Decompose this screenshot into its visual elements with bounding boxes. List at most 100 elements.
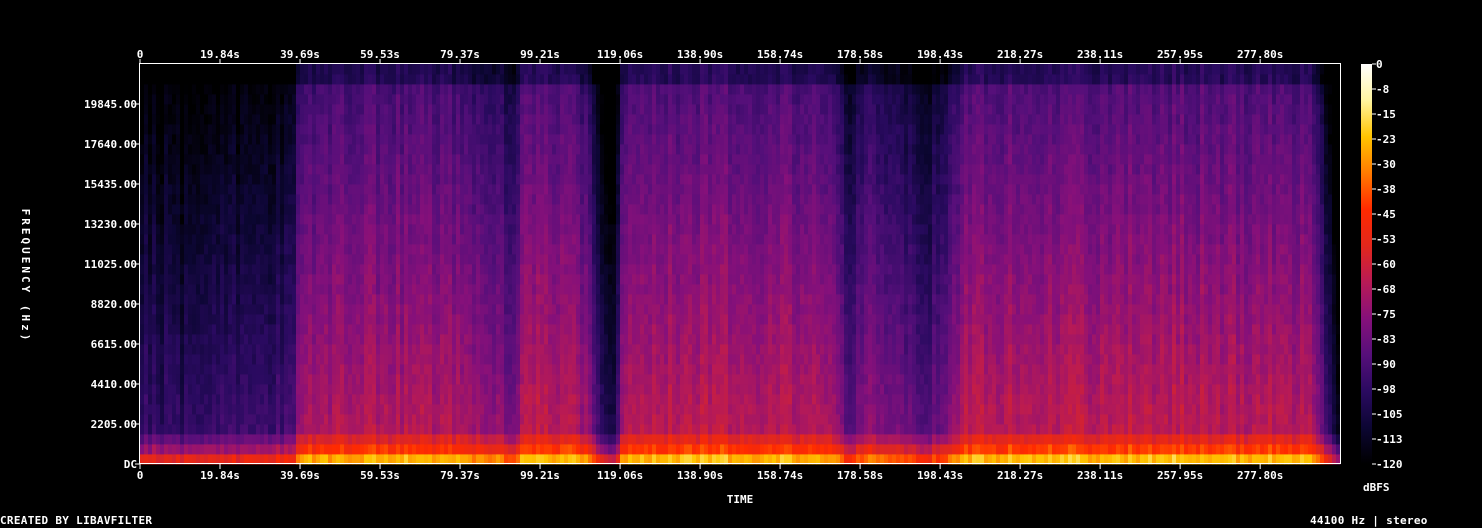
spectrogram-cell [608,264,613,275]
spectrogram-cell [332,204,337,215]
spectrogram-cell [436,104,441,115]
spectrogram-cell [244,314,249,325]
spectrogram-cell [600,244,605,255]
spectrogram-cell [308,404,313,415]
spectrogram-cell [340,124,345,135]
spectrogram-cell [568,434,573,445]
spectrogram-cell [380,164,385,175]
spectrogram-cell [148,64,153,75]
spectrogram-cell [576,204,581,215]
spectrogram-cell [536,314,541,325]
spectrogram-cell [428,244,433,255]
spectrogram-cell [592,114,597,125]
spectrogram-cell [172,194,177,205]
spectrogram-cell [360,444,365,455]
spectrogram-cell [300,284,305,295]
spectrogram-cell [348,64,353,75]
spectrogram-cell [488,444,493,455]
spectrogram-cell [412,74,417,85]
spectrogram-cell [428,334,433,345]
spectrogram-cell [500,434,505,445]
spectrogram-cell [196,204,201,215]
spectrogram-cell [272,224,277,235]
spectrogram-cell [520,324,525,335]
spectrogram-cell [420,334,425,345]
spectrogram-cell [412,124,417,135]
spectrogram-cell [280,224,285,235]
spectrogram-cell [372,164,377,175]
spectrogram-cell [260,134,265,145]
spectrogram-cell [316,364,321,375]
spectrogram-cell [164,454,169,465]
spectrogram-cell [596,144,601,155]
spectrogram-cell [148,404,153,415]
spectrogram-cell [480,194,485,205]
spectrogram-cell [468,314,473,325]
spectrogram-cell [508,374,513,385]
spectrogram-cell [376,114,381,125]
spectrogram-cell [276,314,281,325]
spectrogram-cell [424,84,429,95]
spectrogram-cell [596,364,601,375]
spectrogram-cell [164,64,169,75]
spectrogram-cell [288,154,293,165]
spectrogram-cell [244,214,249,225]
spectrogram-cell [284,374,289,385]
spectrogram-cell [328,324,333,335]
spectrogram-cell [280,204,285,215]
spectrogram-cell [572,424,577,435]
spectrogram-cell [336,84,341,95]
spectrogram-cell [148,304,153,315]
spectrogram-cell [472,194,477,205]
spectrogram-cell [184,454,189,465]
spectrogram-cell [144,354,149,365]
spectrogram-cell [304,234,309,245]
spectrogram-cell [236,284,241,295]
spectrogram-cell [156,354,161,365]
spectrogram-cell [248,304,253,315]
spectrogram-cell [428,274,433,285]
spectrogram-cell [568,124,573,135]
spectrogram-cell [416,234,421,245]
spectrogram-cell [244,94,249,105]
spectrogram-cell [176,264,181,275]
spectrogram-cell [176,274,181,285]
spectrogram-cell [268,114,273,125]
spectrogram-cell [484,274,489,285]
spectrogram-cell [172,214,177,225]
spectrogram-cell [228,334,233,345]
spectrogram-cell [220,404,225,415]
spectrogram-cell [352,94,357,105]
spectrogram-cell [440,154,445,165]
spectrogram-cell [624,164,629,175]
spectrogram-cell [408,114,413,125]
spectrogram-cell [272,314,277,325]
spectrogram-cell [196,384,201,395]
spectrogram-cell [540,324,545,335]
spectrogram-cell [400,334,405,345]
spectrogram-cell [364,274,369,285]
spectrogram-cell [528,274,533,285]
spectrogram-cell [360,74,365,85]
spectrogram-column [248,64,253,465]
spectrogram-cell [420,424,425,435]
spectrogram-cell [568,404,573,415]
spectrogram-cell [340,344,345,355]
spectrogram-cell [428,254,433,265]
spectrogram-cell [584,204,589,215]
spectrogram-cell [172,84,177,95]
spectrogram-cell [276,264,281,275]
spectrogram-cell [348,144,353,155]
spectrogram-cell [592,444,597,455]
spectrogram-cell [564,374,569,385]
spectrogram-cell [392,194,397,205]
spectrogram-cell [368,204,373,215]
spectrogram-cell [264,334,269,345]
spectrogram-cell [232,314,237,325]
spectrogram-cell [444,264,449,275]
spectrogram-cell [596,394,601,405]
spectrogram-cell [224,254,229,265]
spectrogram-cell [272,294,277,305]
spectrogram-cell [392,274,397,285]
spectrogram-cell [200,394,205,405]
